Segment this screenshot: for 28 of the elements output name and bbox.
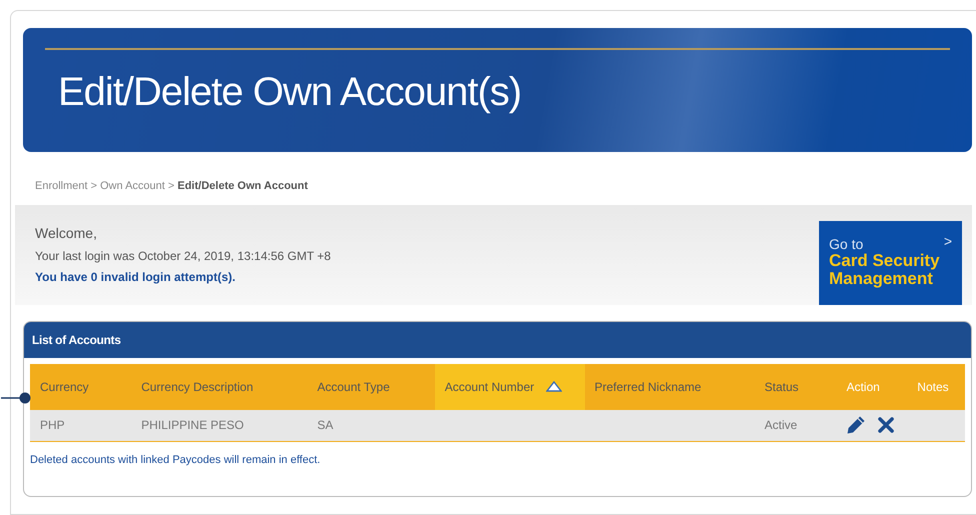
page-title: Edit/Delete Own Account(s) xyxy=(58,72,522,112)
table-cell: Active xyxy=(764,418,798,432)
table-cell: PHILIPPINE PESO xyxy=(141,418,244,432)
column-header: Action xyxy=(836,364,908,410)
table-cell: SA xyxy=(317,418,334,432)
card-security-button[interactable]: Go to Card Security Management > xyxy=(819,220,962,304)
welcome-text: Welcome, xyxy=(35,224,98,242)
login-attempts-text: You have 0 invalid login attempt(s). xyxy=(35,268,236,286)
breadcrumb-link[interactable]: Own Account xyxy=(100,180,165,192)
breadcrumb-separator: > xyxy=(167,180,176,192)
table-cell: PHP xyxy=(40,418,65,432)
column-header[interactable]: Account Number xyxy=(434,364,584,410)
breadcrumb-separator: > xyxy=(90,180,98,192)
card-title: List of Accounts xyxy=(24,322,971,358)
leader-line xyxy=(1,392,31,404)
sort-ascending-icon xyxy=(546,380,562,392)
column-header: Notes xyxy=(907,364,965,410)
breadcrumb-link[interactable]: Enrollment xyxy=(35,180,88,192)
note-text: Deleted accounts with linked Paycodes will remain in effect. xyxy=(29,453,322,468)
breadcrumb-current: Edit/Delete Own Account xyxy=(178,180,308,192)
column-header[interactable]: Preferred Nickname xyxy=(584,364,754,410)
last-login-text: Your last login was October 24, 2019, 13:14:56 GMT +8 xyxy=(35,248,331,264)
column-header[interactable]: Currency xyxy=(30,364,132,410)
column-header[interactable]: Status xyxy=(754,364,836,410)
column-header[interactable]: Account Type xyxy=(307,364,435,410)
delete-icon[interactable] xyxy=(878,417,894,434)
edit-icon[interactable] xyxy=(846,415,866,436)
column-header[interactable]: Currency Description xyxy=(131,364,308,410)
